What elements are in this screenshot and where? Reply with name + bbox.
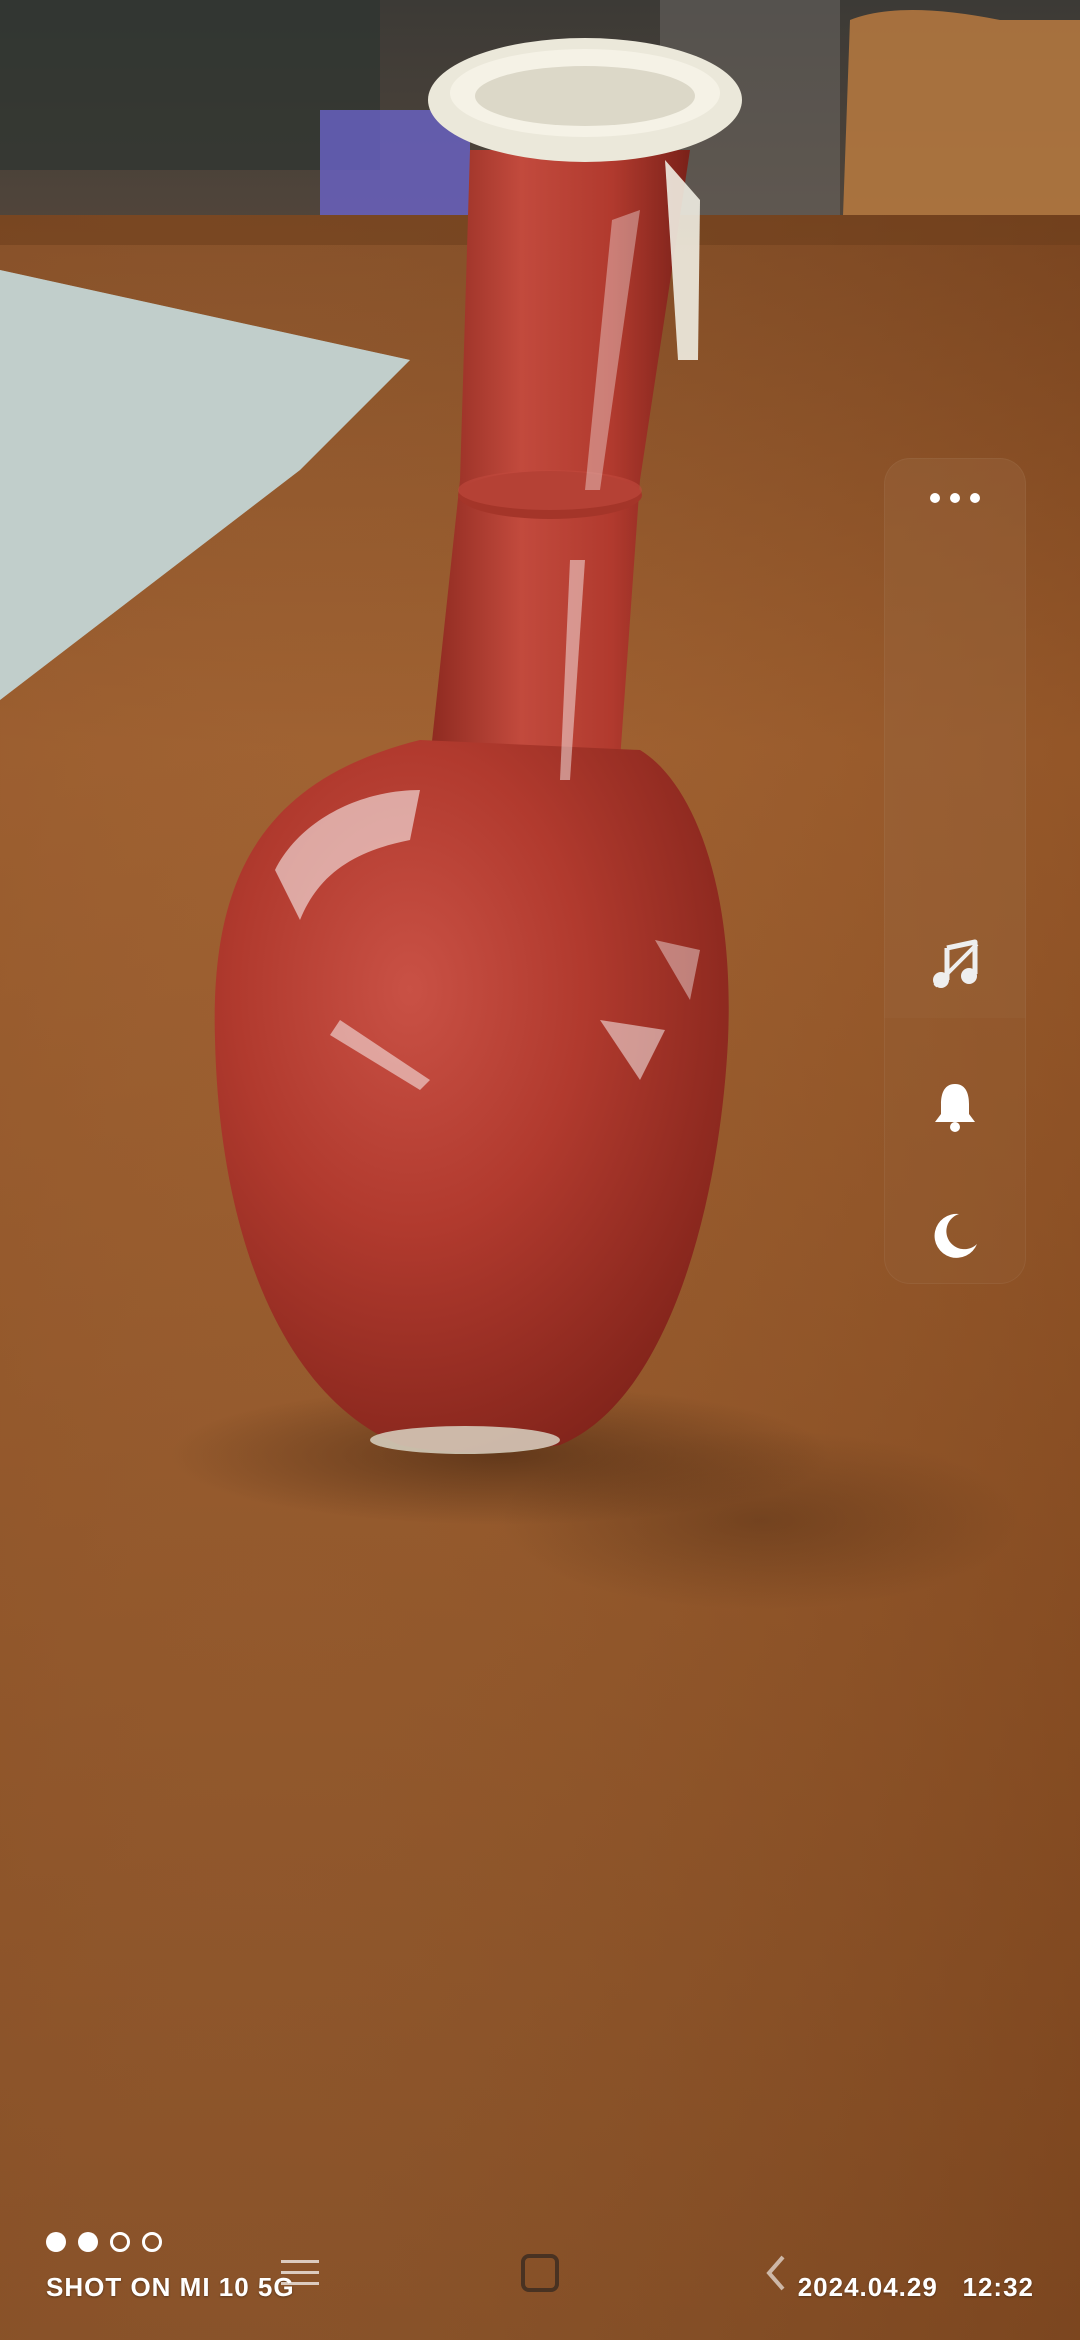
nav-home-button[interactable]: [510, 2250, 570, 2300]
moon-icon: [929, 1210, 981, 1262]
ring-mode-button[interactable]: [884, 1066, 1026, 1146]
more-dots-icon: [925, 491, 985, 505]
sound-toggle-button[interactable]: [884, 924, 1026, 1004]
page-dot: [46, 2232, 66, 2252]
page-dot: [142, 2232, 162, 2252]
nav-back-button[interactable]: [746, 2250, 806, 2300]
home-square-icon: [520, 2253, 560, 2298]
photo-time: 12:32: [962, 2272, 1034, 2302]
music-off-icon: [929, 938, 981, 990]
back-chevron-icon: [761, 2253, 791, 2298]
nav-menu-button[interactable]: [270, 2250, 330, 2300]
page-indicator: [46, 2232, 162, 2252]
photo-timestamp: 2024.04.29 12:32: [798, 2272, 1034, 2303]
bell-icon: [931, 1080, 979, 1132]
page-dot: [110, 2232, 130, 2252]
do-not-disturb-button[interactable]: [884, 1196, 1026, 1276]
photo-date: 2024.04.29: [797, 2272, 938, 2302]
volume-side-panel[interactable]: [884, 458, 1026, 1284]
menu-icon: [279, 2256, 321, 2295]
page-dot: [78, 2232, 98, 2252]
more-options-button[interactable]: [884, 458, 1026, 538]
camera-watermark: SHOT ON MI 10 5G: [46, 2272, 295, 2302]
